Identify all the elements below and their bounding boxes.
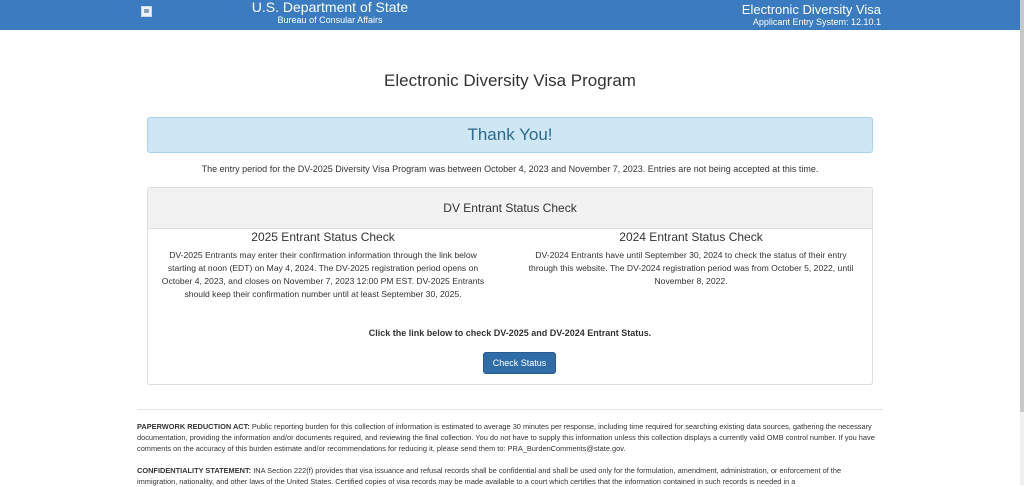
header-application: Electronic Diversity Visa Applicant Entr… <box>742 2 881 28</box>
page-scrollbar[interactable] <box>1020 0 1024 485</box>
thank-you-alert: Thank You! <box>147 117 873 153</box>
status-check-instruction: Click the link below to check DV-2025 an… <box>368 328 652 338</box>
paperwork-reduction-notice: PAPERWORK REDUCTION ACT: Public reportin… <box>137 421 883 454</box>
status-check-2024-body: DV-2024 Entrants have until September 30… <box>528 250 854 286</box>
page-title: Electronic Diversity Visa Program <box>384 71 636 90</box>
status-check-2025: 2025 Entrant Status Check DV-2025 Entran… <box>160 230 486 301</box>
system-version: Applicant Entry System: 12.10.1 <box>752 17 881 27</box>
status-check-2025-title: 2025 Entrant Status Check <box>251 230 395 244</box>
status-check-2025-body: DV-2025 Entrants may enter their confirm… <box>161 250 485 299</box>
department-seal-image-icon <box>141 6 152 17</box>
check-status-button[interactable]: Check Status <box>483 352 556 374</box>
status-check-panel: DV Entrant Status Check 2025 Entrant Sta… <box>147 187 873 385</box>
status-check-2024: 2024 Entrant Status Check DV-2024 Entran… <box>528 230 854 288</box>
status-check-2024-title: 2024 Entrant Status Check <box>619 230 763 244</box>
entry-period-notice: The entry period for the DV-2025 Diversi… <box>201 164 819 174</box>
panel-heading: DV Entrant Status Check <box>148 188 872 229</box>
department-title: U.S. Department of State <box>251 0 409 15</box>
application-title: Electronic Diversity Visa <box>741 2 881 17</box>
scrollbar-thumb[interactable] <box>1020 0 1024 412</box>
header-department: U.S. Department of State Bureau of Consu… <box>200 0 460 26</box>
top-header-bar: U.S. Department of State Bureau of Consu… <box>0 0 1020 30</box>
paperwork-reduction-label: PAPERWORK REDUCTION ACT: <box>137 422 250 431</box>
confidentiality-notice: CONFIDENTIALITY STATEMENT: INA Section 2… <box>137 465 883 487</box>
bureau-title: Bureau of Consular Affairs <box>277 15 383 25</box>
confidentiality-label: CONFIDENTIALITY STATEMENT: <box>137 466 252 475</box>
footer-divider <box>137 409 883 410</box>
